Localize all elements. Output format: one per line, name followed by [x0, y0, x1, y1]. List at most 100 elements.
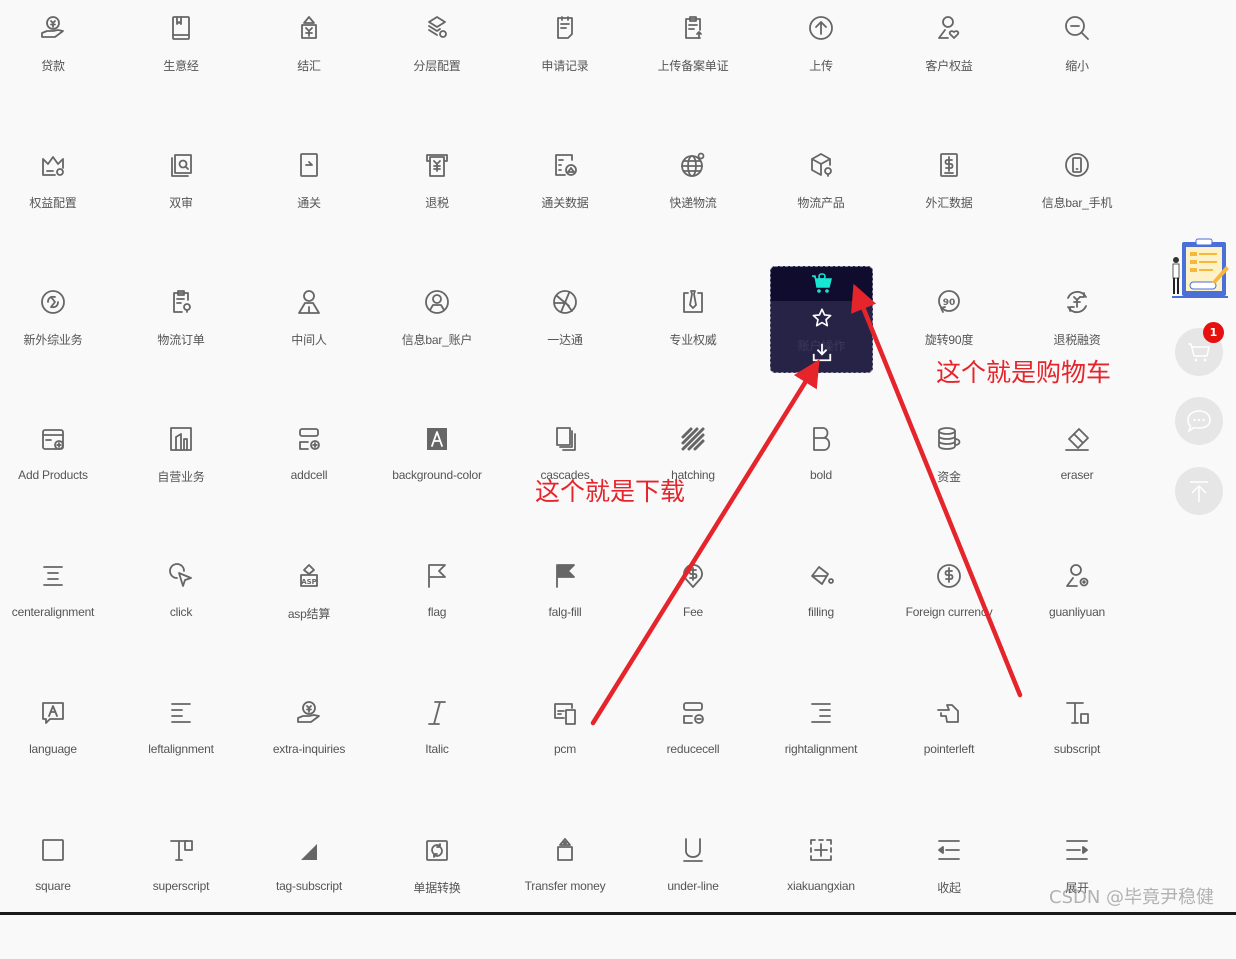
icon-card[interactable]: pointerleft [885, 685, 1013, 822]
icon-label: 物流产品 [797, 196, 845, 210]
icon-card[interactable]: rightalignment [757, 685, 885, 822]
popup-download-item[interactable] [771, 335, 872, 369]
sidebar-back-to-top-button[interactable] [1175, 467, 1223, 515]
icon-card[interactable]: pcm [501, 685, 629, 822]
icon-card[interactable]: 上传 [757, 0, 885, 137]
icon-card[interactable]: 收起 [885, 822, 1013, 959]
icon-card[interactable]: click [117, 548, 245, 685]
icon-card[interactable]: Transfer money [501, 822, 629, 959]
icon-card[interactable]: 信息bar_手机 [1013, 137, 1141, 274]
icon-card[interactable]: 90 旋转90度 [885, 274, 1013, 411]
user-circle-icon [423, 288, 451, 316]
customs-data-icon [551, 151, 579, 179]
account-operation-popup: 账户操作 [770, 266, 873, 373]
icon-card[interactable]: 物流产品 [757, 137, 885, 274]
svg-text:90: 90 [943, 298, 956, 308]
icon-card[interactable]: 资金 [885, 411, 1013, 548]
icon-label: Fee [682, 605, 704, 619]
icon-card[interactable]: superscript [117, 822, 245, 959]
icon-label: extra-inquiries [272, 742, 346, 756]
icon-card[interactable]: 物流订单 [117, 274, 245, 411]
icon-card[interactable]: 快递物流 [629, 137, 757, 274]
icon-card[interactable]: 自营业务 [117, 411, 245, 548]
icon-label: 上传备案单证 [657, 59, 729, 73]
icon-card[interactable]: 退税融资 [1013, 274, 1141, 411]
icon-card[interactable]: 外汇数据 [885, 137, 1013, 274]
icon-card[interactable]: addcell [245, 411, 373, 548]
icon-card[interactable]: 退税 [373, 137, 501, 274]
icon-card[interactable]: 信息bar_账户 [373, 274, 501, 411]
icon-label: Italic [425, 742, 449, 756]
icon-card[interactable]: 上传备案单证 [629, 0, 757, 137]
icon-label: pointerleft [923, 742, 975, 756]
icon-card[interactable]: language [0, 685, 117, 822]
icon-card[interactable]: 专业权威 [629, 274, 757, 411]
icon-label: 申请记录 [541, 59, 589, 73]
icon-card[interactable]: 生意经 [117, 0, 245, 137]
icon-card[interactable]: 双审 [117, 137, 245, 274]
clipboard-document-icon [551, 14, 579, 42]
icon-card[interactable]: Fee [629, 548, 757, 685]
icon-card[interactable]: leftalignment [117, 685, 245, 822]
icon-card[interactable]: falg-fill [501, 548, 629, 685]
icon-card[interactable]: xiakuangxian [757, 822, 885, 959]
icon-label: addcell [290, 468, 328, 482]
icon-card[interactable]: reducecell [629, 685, 757, 822]
icon-card[interactable]: 客户权益 [885, 0, 1013, 137]
clipboard-illustration-icon [1172, 238, 1229, 298]
icon-label: 收起 [937, 881, 961, 895]
icon-card[interactable]: 一达通 [501, 274, 629, 411]
crown-settings-icon [39, 151, 67, 179]
admin-user-icon [1063, 562, 1091, 590]
popup-star-item[interactable] [771, 301, 872, 335]
icon-card[interactable]: 权益配置 [0, 137, 117, 274]
annotation-download-note: 这个就是下载 [535, 477, 686, 506]
icon-label: superscript [152, 879, 210, 893]
icon-label: rightalignment [784, 742, 858, 756]
coin-stack-icon [935, 425, 963, 453]
icon-card[interactable]: 单据转换 [373, 822, 501, 959]
icon-card[interactable]: 通关 [245, 137, 373, 274]
icon-card[interactable]: 通关数据 [501, 137, 629, 274]
icon-card[interactable]: filling [757, 548, 885, 685]
icon-card[interactable]: Add Products [0, 411, 117, 548]
icon-label: 单据转换 [413, 881, 461, 895]
icon-card[interactable]: ASP asp结算 [245, 548, 373, 685]
icon-card[interactable]: 贷款 [0, 0, 117, 137]
icon-card[interactable]: subscript [1013, 685, 1141, 822]
chat-bubble-icon [1187, 410, 1211, 433]
dollar-document-icon [935, 151, 963, 179]
icon-card[interactable]: guanliyuan [1013, 548, 1141, 685]
icon-card[interactable]: 缩小 [1013, 0, 1141, 137]
icon-card[interactable]: Foreign currency [885, 548, 1013, 685]
icon-label: centeralignment [11, 605, 95, 619]
icon-card[interactable]: extra-inquiries [245, 685, 373, 822]
icon-card[interactable]: 分层配置 [373, 0, 501, 137]
icon-card[interactable]: centeralignment [0, 548, 117, 685]
icon-card[interactable]: 申请记录 [501, 0, 629, 137]
icon-card[interactable]: square [0, 822, 117, 959]
icon-card[interactable]: eraser [1013, 411, 1141, 548]
icon-card[interactable]: bold [757, 411, 885, 548]
icon-label: asp结算 [287, 607, 331, 621]
popup-cart-item[interactable] [771, 267, 872, 301]
align-center-icon [39, 562, 67, 590]
icon-label: 旋转90度 [924, 333, 974, 347]
icon-card[interactable]: under-line [629, 822, 757, 959]
icon-card[interactable]: 新外综业务 [0, 274, 117, 411]
mobile-circle-icon [1063, 151, 1091, 179]
loan-hand-coin-icon [39, 14, 67, 42]
icon-card[interactable]: 结汇 [245, 0, 373, 137]
icon-label: bold [810, 468, 832, 482]
icon-label: flag [427, 605, 447, 619]
quick-view-illustration[interactable] [1168, 238, 1232, 300]
icon-card[interactable]: background-color [373, 411, 501, 548]
icon-label: 中间人 [291, 333, 327, 347]
icon-label: 退税融资 [1053, 333, 1101, 347]
icon-card[interactable]: 中间人 [245, 274, 373, 411]
eraser-icon [1063, 425, 1091, 453]
sidebar-chat-button[interactable] [1175, 397, 1223, 445]
icon-card[interactable]: Italic [373, 685, 501, 822]
icon-card[interactable]: tag-subscript [245, 822, 373, 959]
icon-card[interactable]: flag [373, 548, 501, 685]
